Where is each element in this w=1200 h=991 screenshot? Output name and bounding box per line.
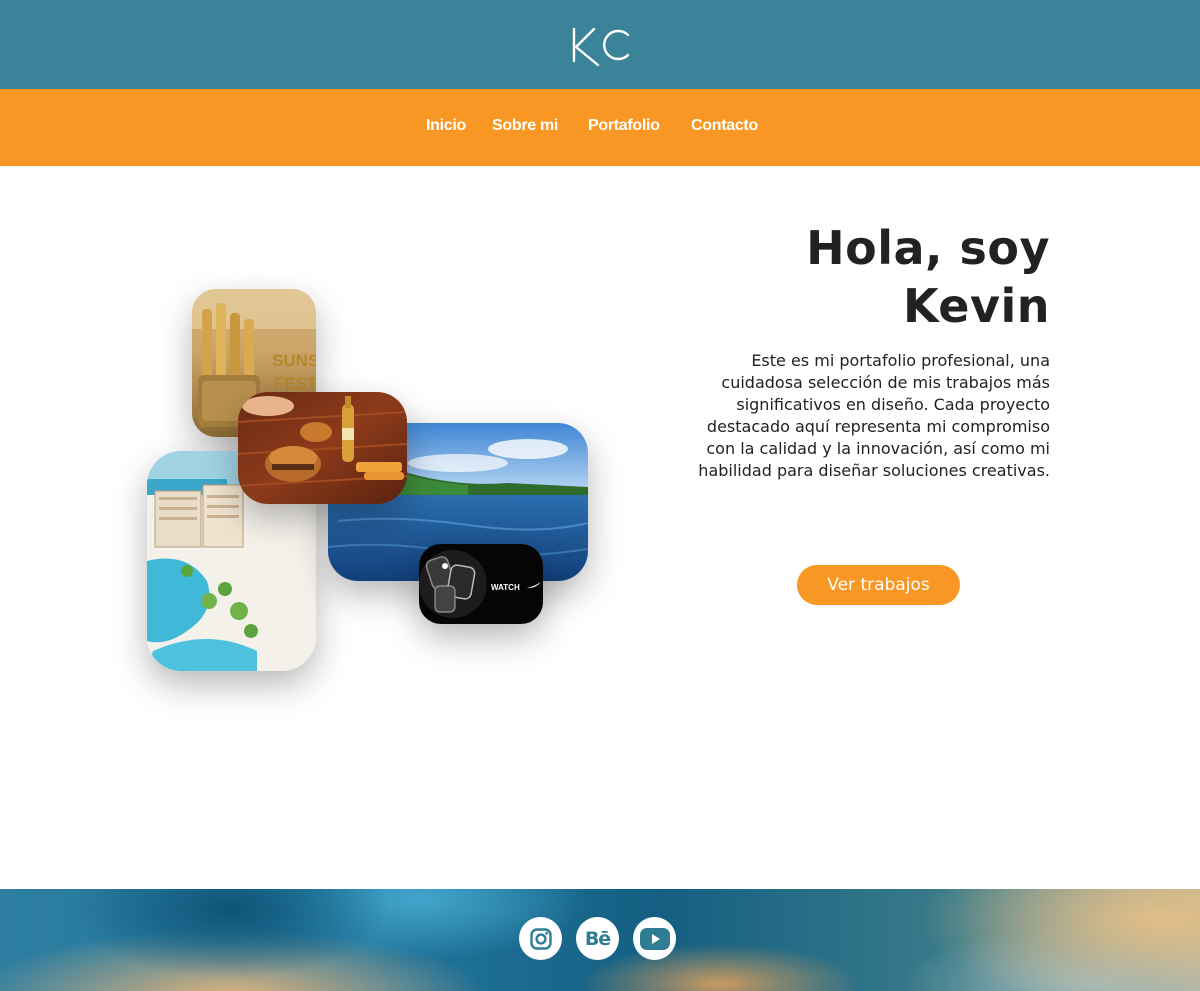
hero-title-line-1: Hola, soy [806,221,1050,275]
apple-watch-thumbnail[interactable]: WATCH [419,544,543,624]
instagram-icon [529,927,552,950]
behance-icon: Bē [584,927,611,950]
nav-item-inicio[interactable]: Inicio [426,117,466,139]
burger-food-thumbnail[interactable] [238,392,407,504]
nav-item-portafolio[interactable]: Portafolio [588,117,660,139]
youtube-icon [639,927,670,950]
portfolio-collage: SUNS FEST WATCH [0,166,640,726]
top-header [0,0,1200,89]
footer: Bē [0,889,1200,991]
youtube-link[interactable] [633,917,676,960]
nav-item-contacto[interactable]: Contacto [691,117,758,139]
watch-label: WATCH [491,583,520,592]
behance-link[interactable]: Bē [576,917,619,960]
nav-item-sobre-mi[interactable]: Sobre mi [492,117,558,139]
hero-description: Este es mi portafolio profesional, una c… [698,351,1050,480]
main-nav: Inicio Sobre mi Portafolio Contacto [0,89,1200,166]
instagram-link[interactable] [519,917,562,960]
hero-title: Hola, soy Kevin [650,219,1050,335]
poster-text-fest: FEST [274,374,316,393]
view-works-button[interactable]: Ver trabajos [797,565,960,605]
poster-text-suns: SUNS [272,351,316,370]
hero-title-line-2: Kevin [902,279,1050,333]
kc-logo[interactable] [568,23,632,67]
